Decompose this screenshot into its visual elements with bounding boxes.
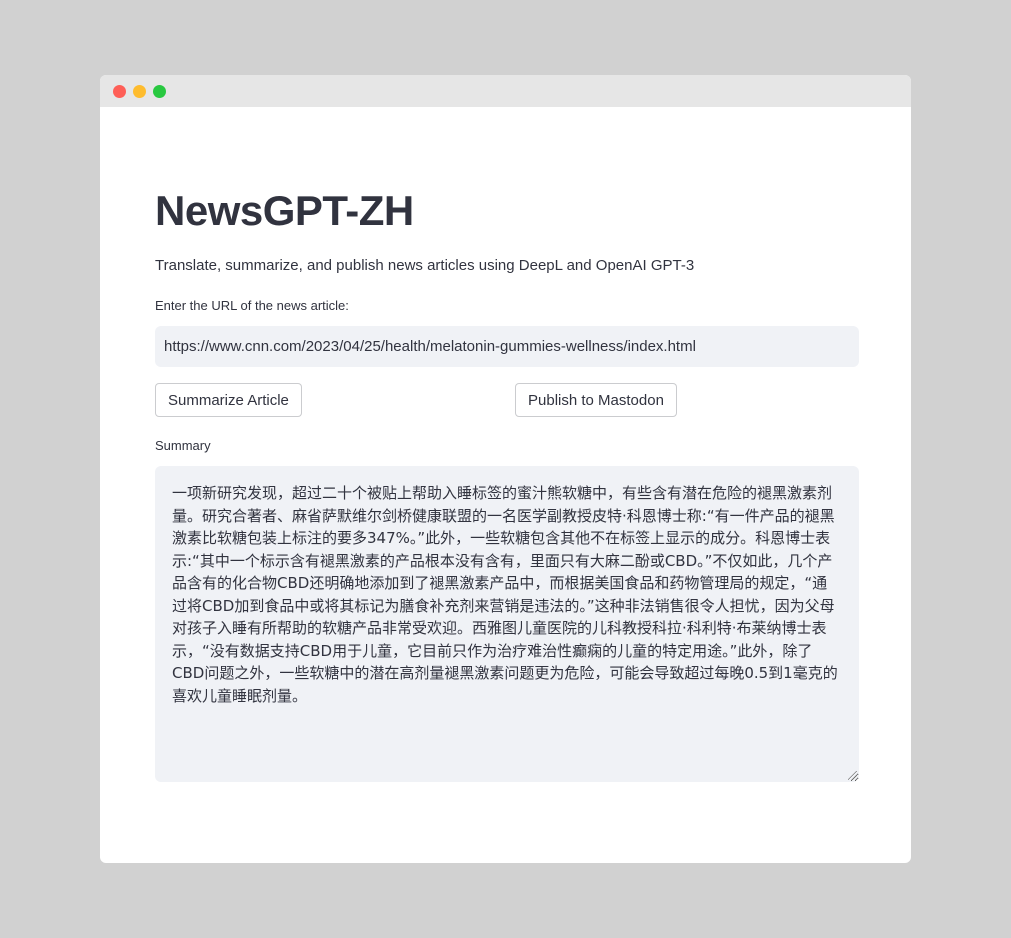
textarea-resize-handle[interactable] <box>848 771 857 780</box>
minimize-window-button[interactable] <box>133 85 146 98</box>
url-field-label: Enter the URL of the news article: <box>155 298 349 313</box>
page-title: NewsGPT-ZH <box>155 187 414 234</box>
window-titlebar <box>100 75 911 107</box>
close-window-button[interactable] <box>113 85 126 98</box>
publish-to-mastodon-button[interactable]: Publish to Mastodon <box>515 383 677 417</box>
summary-label: Summary <box>155 438 211 453</box>
summary-textarea[interactable]: 一项新研究发现，超过二十个被贴上帮助入睡标签的蜜汁熊软糖中，有些含有潜在危险的褪… <box>155 466 859 782</box>
summarize-article-button[interactable]: Summarize Article <box>155 383 302 417</box>
app-window: NewsGPT-ZH Translate, summarize, and pub… <box>100 75 911 863</box>
page-subtitle: Translate, summarize, and publish news a… <box>155 257 695 274</box>
maximize-window-button[interactable] <box>153 85 166 98</box>
url-input[interactable] <box>155 326 859 367</box>
